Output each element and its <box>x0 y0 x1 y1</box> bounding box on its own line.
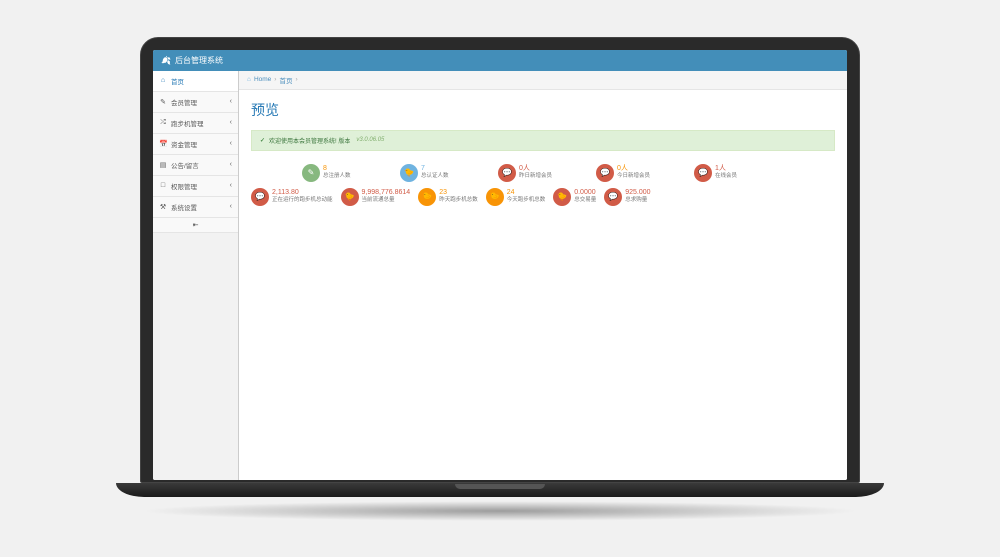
sidebar-item-2[interactable]: ⤮ 跑步机管理 ‹ <box>153 113 238 134</box>
stat-label: 今日新增会员 <box>617 173 650 180</box>
check-icon <box>260 137 265 144</box>
chevron-left-icon: ‹ <box>230 98 232 105</box>
sidebar-item-3[interactable]: 📅 资金管理 ‹ <box>153 134 238 155</box>
stat-icon: 💬 <box>251 188 269 206</box>
stat2-card-2: 🐤23昨天跑步机总数 <box>418 187 478 207</box>
sidebar-icon: 📅 <box>159 140 167 148</box>
sidebar: ⌂ 首页 ✎ 会员管理 ‹ ⤮ 跑步机管理 ‹ 📅 资金管理 ‹ ▤ 公告/留言 ‹ □ 权限管理 ‹ ⚒ 系统设置… <box>153 71 239 480</box>
chevron-left-icon: ‹ <box>230 182 232 189</box>
breadcrumb-current[interactable]: 首页 <box>279 75 292 85</box>
sidebar-item-label: 公告/留言 <box>171 160 199 170</box>
stat1-card-4: 💬1人在线会员 <box>694 163 784 183</box>
stats-row-2: 💬2,113.80正在运行的跑步机总动能 🐤9,998,776.8614当前流通总… <box>239 185 847 209</box>
stat1-card-2: 💬0人昨日新增会员 <box>498 163 588 183</box>
stat2-card-1: 🐤9,998,776.8614当前流通总量 <box>341 187 411 207</box>
app-window: 后台管理系统 ⌂ 首页 ✎ 会员管理 ‹ ⤮ 跑步机管理 ‹ 📅 资金管理 ‹ ▤ 公告/留言 ‹ □ 权限管… <box>153 50 847 480</box>
stat-icon: 🐤 <box>486 188 504 206</box>
sidebar-collapse[interactable]: ⇤ <box>153 218 238 233</box>
welcome-alert: 欢迎使用本会员管理系统! 版本 v3.0.06.05 <box>251 130 835 151</box>
app-title: 后台管理系统 <box>175 55 223 66</box>
stat-label: 正在运行的跑步机总动能 <box>272 197 333 204</box>
stat1-card-3: 💬0人今日新增会员 <box>596 163 686 183</box>
stat-label: 昨天跑步机总数 <box>439 197 478 204</box>
stat-label: 当前流通总量 <box>362 197 411 204</box>
stat-label: 总注册人数 <box>323 173 351 180</box>
stat-label: 总认证人数 <box>421 173 449 180</box>
stat-label: 今天跑步机总数 <box>507 197 546 204</box>
stat-icon: 🐤 <box>418 188 436 206</box>
sidebar-icon: ⤮ <box>159 119 167 127</box>
stat-icon: 🐤 <box>341 188 359 206</box>
stat-label: 昨日新增会员 <box>519 173 552 180</box>
sidebar-icon: ✎ <box>159 98 167 106</box>
sidebar-item-5[interactable]: □ 权限管理 ‹ <box>153 176 238 197</box>
stat-icon: ✎ <box>302 164 320 182</box>
stat-label: 总求购量 <box>625 197 650 204</box>
stat1-card-0: ✎8总注册人数 <box>302 163 392 183</box>
page-title: 预览 <box>239 90 847 126</box>
sidebar-item-label: 会员管理 <box>171 97 197 107</box>
sidebar-item-label: 跑步机管理 <box>171 118 204 128</box>
chevron-left-icon: ‹ <box>230 203 232 210</box>
sidebar-item-1[interactable]: ✎ 会员管理 ‹ <box>153 92 238 113</box>
sidebar-item-0[interactable]: ⌂ 首页 <box>153 71 238 92</box>
chevron-left-icon: ‹ <box>230 140 232 147</box>
collapse-icon: ⇤ <box>192 221 200 229</box>
alert-version: v3.0.06.05 <box>356 137 384 143</box>
stat-label: 总交易量 <box>574 197 596 204</box>
app-body: ⌂ 首页 ✎ 会员管理 ‹ ⤮ 跑步机管理 ‹ 📅 资金管理 ‹ ▤ 公告/留言 ‹ □ 权限管理 ‹ ⚒ 系统设置… <box>153 71 847 480</box>
stat-icon: 🐤 <box>553 188 571 206</box>
sidebar-item-4[interactable]: ▤ 公告/留言 ‹ <box>153 155 238 176</box>
stats-row-1: ✎8总注册人数 🐤7总认证人数 💬0人昨日新增会员 💬0人今日新增会员 💬1人在线会员 <box>239 161 847 185</box>
sidebar-icon: ▤ <box>159 161 167 169</box>
stat-label: 在线会员 <box>715 173 737 180</box>
chevron-left-icon: ‹ <box>230 119 232 126</box>
sidebar-icon: ⌂ <box>159 77 167 84</box>
laptop-screen: 后台管理系统 ⌂ 首页 ✎ 会员管理 ‹ ⤮ 跑步机管理 ‹ 📅 资金管理 ‹ ▤ 公告/留言 ‹ □ 权限管… <box>140 37 860 483</box>
sidebar-item-label: 资金管理 <box>171 139 197 149</box>
laptop-base <box>116 483 884 497</box>
chevron-left-icon: ‹ <box>230 161 232 168</box>
main-content: Home › 首页 › 预览 欢迎使用本会员管理系统! 版本 v3.0.06.0… <box>239 71 847 480</box>
alert-text: 欢迎使用本会员管理系统! 版本 <box>269 136 350 145</box>
topbar: 后台管理系统 <box>153 50 847 71</box>
laptop-frame: 后台管理系统 ⌂ 首页 ✎ 会员管理 ‹ ⤮ 跑步机管理 ‹ 📅 资金管理 ‹ ▤ 公告/留言 ‹ □ 权限管… <box>140 37 860 521</box>
stat-icon: 💬 <box>694 164 712 182</box>
breadcrumb-sep: › <box>274 76 276 83</box>
breadcrumb-sep: › <box>295 76 297 83</box>
sidebar-icon: ⚒ <box>159 203 167 211</box>
breadcrumb: Home › 首页 › <box>239 71 847 90</box>
sidebar-item-label: 首页 <box>171 76 184 86</box>
sidebar-item-label: 权限管理 <box>171 181 197 191</box>
stat2-card-3: 🐤24今天跑步机总数 <box>486 187 546 207</box>
leaf-icon <box>161 56 171 65</box>
stat2-card-4: 🐤0.0000总交易量 <box>553 187 596 207</box>
home-icon <box>247 76 251 83</box>
sidebar-item-label: 系统设置 <box>171 202 197 212</box>
stat2-card-5: 💬925.000总求购量 <box>604 187 650 207</box>
laptop-shadow <box>140 501 860 521</box>
sidebar-item-6[interactable]: ⚒ 系统设置 ‹ <box>153 197 238 218</box>
stat-icon: 🐤 <box>400 164 418 182</box>
stat2-card-0: 💬2,113.80正在运行的跑步机总动能 <box>251 187 333 207</box>
sidebar-icon: □ <box>159 182 167 189</box>
stat-icon: 💬 <box>498 164 516 182</box>
stat1-card-1: 🐤7总认证人数 <box>400 163 490 183</box>
stat-icon: 💬 <box>604 188 622 206</box>
stat-icon: 💬 <box>596 164 614 182</box>
breadcrumb-home[interactable]: Home <box>254 76 271 83</box>
